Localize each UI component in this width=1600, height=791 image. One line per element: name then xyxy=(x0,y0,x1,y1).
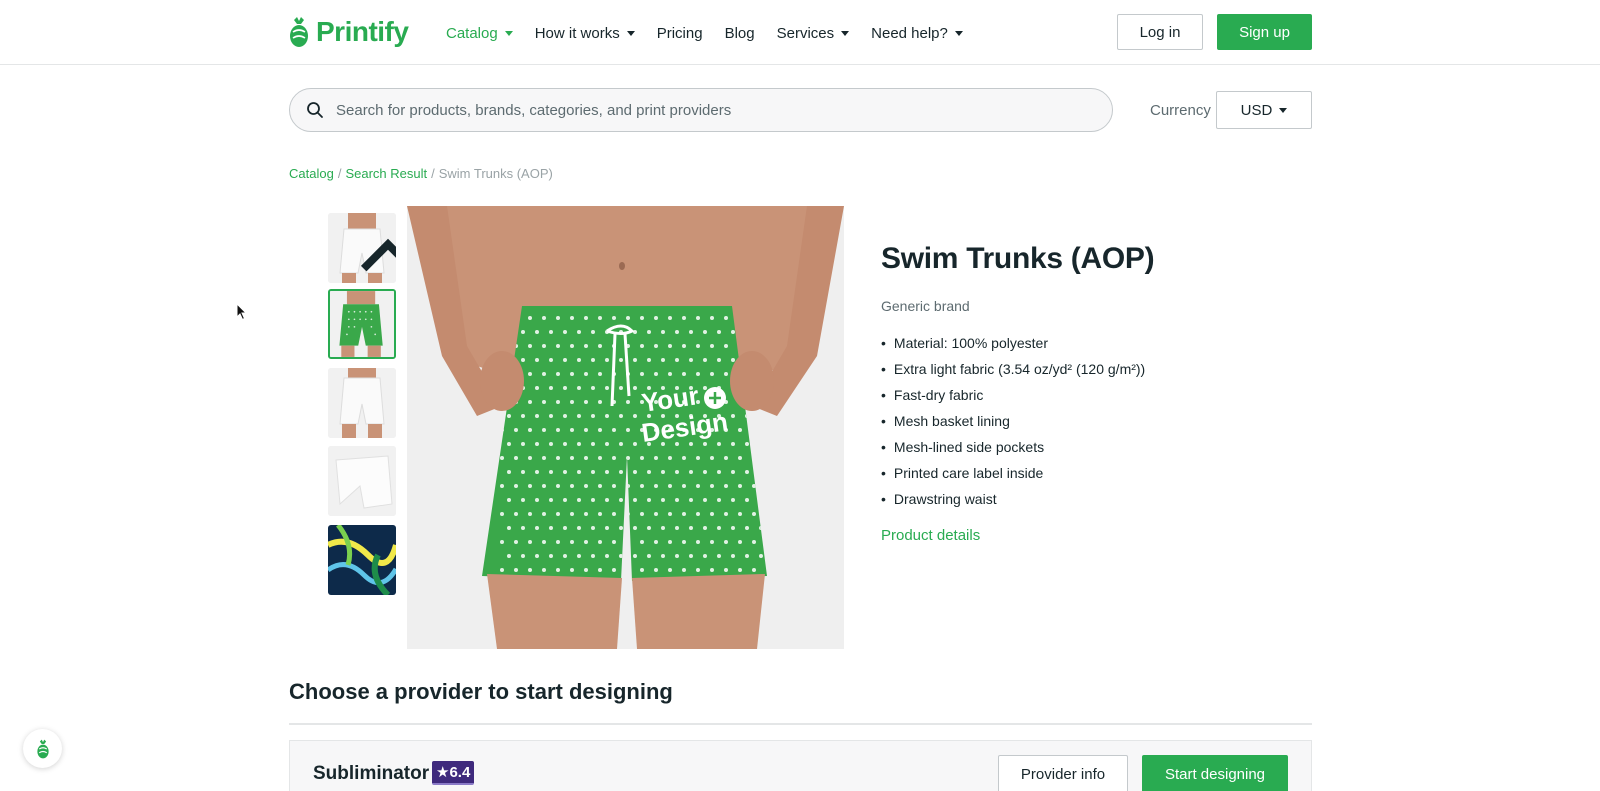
nav-label: Blog xyxy=(724,24,755,42)
product-features: Material: 100% polyester Extra light fab… xyxy=(881,333,1145,515)
printify-logo[interactable]: Printify xyxy=(288,14,409,50)
signup-button[interactable]: Sign up xyxy=(1217,14,1312,50)
product-details-link[interactable]: Product details xyxy=(881,527,980,544)
caret-down-icon xyxy=(954,31,963,36)
main-product-image[interactable]: Your Design xyxy=(407,206,844,649)
thumbnail-pattern-print[interactable] xyxy=(328,525,396,595)
thumbnail-white-flat[interactable] xyxy=(328,446,396,516)
breadcrumb-separator: / xyxy=(431,166,435,181)
search-input[interactable] xyxy=(336,101,1096,119)
caret-down-icon xyxy=(1279,108,1288,113)
provider-info-button[interactable]: Provider info xyxy=(998,755,1128,791)
feature-item: Mesh-lined side pockets xyxy=(881,437,1145,463)
nav-pricing[interactable]: Pricing xyxy=(657,25,703,42)
login-button[interactable]: Log in xyxy=(1117,14,1203,50)
nav-label: Need help? xyxy=(871,24,948,42)
site-header: Printify Catalog How it works Pricing Bl… xyxy=(0,0,1600,65)
section-divider xyxy=(289,723,1312,725)
nav-blog[interactable]: Blog xyxy=(725,25,755,42)
feature-item: Extra light fabric (3.54 oz/yd² (120 g/m… xyxy=(881,359,1145,385)
chat-logo-icon xyxy=(36,739,49,758)
chat-widget-button[interactable] xyxy=(23,729,62,768)
product-title: Swim Trunks (AOP) xyxy=(881,242,1155,275)
breadcrumb: Catalog / Search Result / Swim Trunks (A… xyxy=(289,166,553,181)
caret-down-icon xyxy=(504,31,513,36)
feature-item: Fast-dry fabric xyxy=(881,385,1145,411)
search-icon xyxy=(307,102,323,118)
nav-label: Catalog xyxy=(446,24,498,42)
caret-down-icon xyxy=(626,31,635,36)
logo-text: Printify xyxy=(316,16,409,47)
search-bar xyxy=(289,88,1113,132)
thumbnail-white-side[interactable] xyxy=(328,368,396,438)
currency-value: USD xyxy=(1240,101,1273,119)
currency-select[interactable]: USD xyxy=(1216,91,1312,129)
nav-label: How it works xyxy=(534,24,620,42)
feature-item: Mesh basket lining xyxy=(881,411,1145,437)
chevron-up-icon[interactable] xyxy=(354,219,396,283)
product-brand: Generic brand xyxy=(881,298,970,314)
nav-label: Services xyxy=(776,24,835,42)
provider-name: Subliminator xyxy=(313,763,430,784)
provider-rating-badge: ★6.4 xyxy=(432,761,475,785)
nav-label: Pricing xyxy=(656,24,703,42)
feature-item: Material: 100% polyester xyxy=(881,333,1145,359)
thumbnail-green-front[interactable] xyxy=(328,289,396,359)
thumbnail-white-front[interactable] xyxy=(328,213,396,283)
feature-item: Drawstring waist xyxy=(881,489,1145,515)
breadcrumb-current: Swim Trunks (AOP) xyxy=(438,166,553,181)
nav-services[interactable]: Services xyxy=(777,25,850,42)
start-designing-button[interactable]: Start designing xyxy=(1142,755,1288,791)
mouse-cursor-icon xyxy=(236,303,248,321)
main-nav: Catalog How it works Pricing Blog Servic… xyxy=(446,21,985,45)
nav-how-it-works[interactable]: How it works xyxy=(535,25,635,42)
breadcrumb-search-result[interactable]: Search Result xyxy=(345,166,427,181)
nav-need-help[interactable]: Need help? xyxy=(871,25,963,42)
providers-section-title: Choose a provider to start designing xyxy=(289,679,673,704)
nav-catalog[interactable]: Catalog xyxy=(446,25,513,42)
logo-mark-icon xyxy=(290,17,308,47)
caret-down-icon xyxy=(841,31,850,36)
breadcrumb-separator: / xyxy=(337,166,342,181)
breadcrumb-catalog[interactable]: Catalog xyxy=(289,166,334,181)
feature-item: Printed care label inside xyxy=(881,463,1145,489)
currency-label: Currency xyxy=(1150,102,1211,119)
